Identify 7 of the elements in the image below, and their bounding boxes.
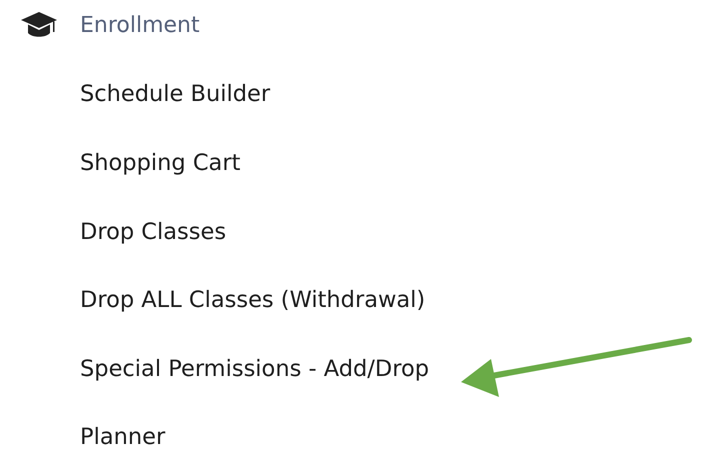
- menu-link[interactable]: Drop Classes: [80, 216, 226, 250]
- menu-link[interactable]: Drop ALL Classes (Withdrawal): [80, 284, 426, 318]
- menu-link[interactable]: Planner: [80, 421, 166, 456]
- section-title: Enrollment: [80, 12, 200, 40]
- menu-link[interactable]: Special Permissions - Add/Drop: [80, 352, 429, 387]
- menu-link[interactable]: Schedule Builder: [80, 78, 270, 112]
- menu-link[interactable]: Shopping Cart: [80, 147, 240, 181]
